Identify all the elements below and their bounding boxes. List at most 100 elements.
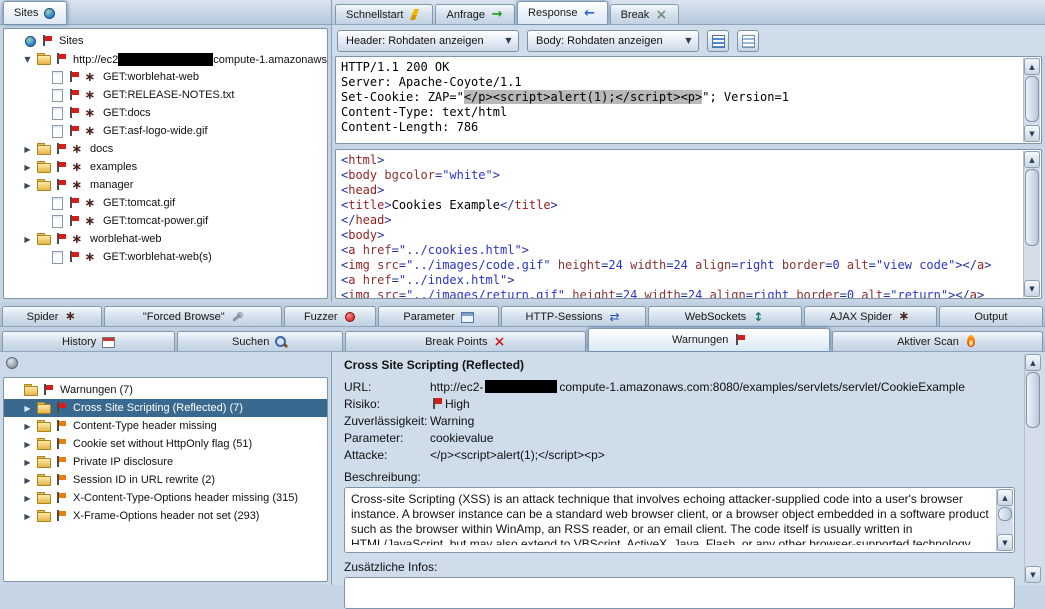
scrollbar-vertical[interactable]: ▲ ▼	[1023, 151, 1040, 297]
expander-closed-icon[interactable]: ▶	[21, 181, 34, 190]
scroll-up-button[interactable]: ▲	[997, 489, 1013, 506]
scroll-up-button[interactable]: ▲	[1024, 58, 1040, 75]
scroll-down-button[interactable]: ▼	[997, 534, 1013, 551]
tab-response[interactable]: Response	[517, 1, 608, 24]
expander-closed-icon[interactable]: ▶	[21, 512, 34, 521]
scroll-thumb[interactable]	[1025, 76, 1039, 122]
site-row-get-tomcat-gif[interactable]: GET:tomcat.gif	[4, 194, 327, 212]
expander-closed-icon[interactable]: ▶	[21, 404, 34, 413]
scrollbar-vertical[interactable]: ▲ ▼	[1023, 58, 1040, 142]
tab-break-points[interactable]: Break Points	[345, 331, 586, 351]
tab-suchen[interactable]: Suchen	[177, 331, 343, 351]
scroll-down-button[interactable]: ▼	[1025, 566, 1041, 583]
scrollbar-vertical[interactable]: ▲ ▼	[996, 489, 1013, 551]
scroll-up-button[interactable]: ▲	[1025, 354, 1041, 371]
globe-icon	[43, 7, 56, 20]
site-row-docs[interactable]: ▶docs	[4, 140, 327, 158]
expander-closed-icon[interactable]: ▶	[21, 458, 34, 467]
scroll-down-button[interactable]: ▼	[1024, 280, 1040, 297]
alert-row-cross-site-scripting-reflected-7[interactable]: ▶Cross Site Scripting (Reflected) (7)	[4, 399, 327, 417]
expander-closed-icon[interactable]: ▶	[21, 422, 34, 431]
spider-icon	[83, 106, 97, 120]
scroll-track[interactable]	[1025, 76, 1039, 124]
folder-icon	[24, 383, 38, 397]
scroll-thumb[interactable]	[1025, 169, 1039, 246]
alerts-tree-panel: Warnungen (7)▶Cross Site Scripting (Refl…	[0, 352, 332, 585]
tab-anfrage[interactable]: Anfrage	[435, 4, 515, 24]
flag-red-icon	[54, 160, 67, 174]
tab-fuzzer[interactable]: Fuzzer	[284, 306, 376, 326]
expander-closed-icon[interactable]: ▶	[21, 476, 34, 485]
spider-icon	[63, 310, 77, 324]
sites-tree-panel[interactable]: Sites▼http://ec2compute-1.amazonawsGET:w…	[3, 28, 328, 299]
tab-warnungen[interactable]: Warnungen	[588, 328, 829, 351]
scope-globe-icon[interactable]	[5, 356, 19, 370]
response-body-pane[interactable]: <html><body bgcolor="white"><head><title…	[335, 149, 1042, 299]
alert-row-cookie-set-without-httponly-flag-51[interactable]: ▶Cookie set without HttpOnly flag (51)	[4, 435, 327, 453]
alert-fields: URL:http://ec2-compute-1.amazonaws.com:8…	[344, 378, 1015, 463]
scroll-track[interactable]	[998, 507, 1012, 533]
spider-icon	[70, 178, 84, 192]
redaction-bar	[118, 53, 213, 66]
alert-label: Content-Type header missing	[70, 420, 220, 432]
tab-output[interactable]: Output	[939, 306, 1043, 326]
flag-red-icon	[54, 52, 67, 66]
header-view-dropdown[interactable]: Header: Rohdaten anzeigen ▼	[337, 30, 519, 52]
tab-history[interactable]: History	[2, 331, 175, 351]
scroll-track[interactable]	[1026, 372, 1040, 565]
body-view-dropdown[interactable]: Body: Rohdaten anzeigen ▼	[527, 30, 699, 52]
tab-http-sessions[interactable]: HTTP-Sessions	[501, 306, 646, 326]
site-row-http-ec2-compute-1-amazonaws[interactable]: ▼http://ec2compute-1.amazonaws	[4, 50, 327, 68]
tab-sites[interactable]: Sites	[3, 1, 67, 24]
syntax-highlight-dim-icon	[741, 34, 755, 48]
expander-closed-icon[interactable]: ▶	[21, 235, 34, 244]
site-row-get-worblehat-web-s[interactable]: GET:worblehat-web(s)	[4, 248, 327, 266]
site-row-get-docs[interactable]: GET:docs	[4, 104, 327, 122]
site-row-examples[interactable]: ▶examples	[4, 158, 327, 176]
alert-row-x-content-type-options-header-missing-315[interactable]: ▶X-Content-Type-Options header missing (…	[4, 489, 327, 507]
field-value: Warning	[430, 414, 474, 428]
site-row-manager[interactable]: ▶manager	[4, 176, 327, 194]
site-row-get-tomcat-power-gif[interactable]: GET:tomcat-power.gif	[4, 212, 327, 230]
expander-closed-icon[interactable]: ▶	[21, 163, 34, 172]
site-row-get-asf-logo-wide-gif[interactable]: GET:asf-logo-wide.gif	[4, 122, 327, 140]
scroll-thumb[interactable]	[998, 507, 1012, 521]
tab-parameter[interactable]: Parameter	[378, 306, 499, 326]
expander-open-icon[interactable]: ▼	[21, 55, 34, 64]
description-label: Beschreibung:	[344, 470, 1015, 484]
alert-row-private-ip-disclosure[interactable]: ▶Private IP disclosure	[4, 453, 327, 471]
scroll-track[interactable]	[1025, 169, 1039, 279]
scroll-thumb[interactable]	[1026, 372, 1040, 428]
site-row-sites[interactable]: Sites	[4, 32, 327, 50]
expander-closed-icon[interactable]: ▶	[21, 494, 34, 503]
tab-ajax-spider[interactable]: AJAX Spider	[804, 306, 937, 326]
alert-row-session-id-in-url-rewrite-2[interactable]: ▶Session ID in URL rewrite (2)	[4, 471, 327, 489]
tab-break[interactable]: Break	[610, 4, 680, 24]
tab-schnellstart[interactable]: Schnellstart	[335, 4, 433, 24]
tab-websockets[interactable]: WebSockets	[648, 306, 802, 326]
tab-forced-browse[interactable]: "Forced Browse"	[104, 306, 282, 326]
site-row-get-worblehat-web[interactable]: GET:worblehat-web	[4, 68, 327, 86]
scrollbar-vertical[interactable]: ▲ ▼	[1024, 354, 1041, 583]
tab-spider[interactable]: Spider	[2, 306, 102, 326]
expander-closed-icon[interactable]: ▶	[21, 145, 34, 154]
syntax-highlight-alt-button[interactable]	[737, 30, 759, 52]
alert-description-box[interactable]: Cross-site Scripting (XSS) is an attack …	[344, 487, 1015, 553]
alert-row-x-frame-options-header-not-set-293[interactable]: ▶X-Frame-Options header not set (293)	[4, 507, 327, 525]
alert-row-content-type-header-missing[interactable]: ▶ Content-Type header missing	[4, 417, 327, 435]
spider-icon	[70, 160, 84, 174]
scroll-down-button[interactable]: ▼	[1024, 125, 1040, 142]
alert-field-url: URL:http://ec2-compute-1.amazonaws.com:8…	[344, 378, 1015, 395]
response-header-pane[interactable]: HTTP/1.1 200 OKServer: Apache-Coyote/1.1…	[335, 56, 1042, 144]
sessions-icon	[608, 310, 622, 324]
alert-row-warnungen-7[interactable]: Warnungen (7)	[4, 381, 327, 399]
syntax-highlight-button[interactable]	[707, 30, 729, 52]
site-row-worblehat-web[interactable]: ▶worblehat-web	[4, 230, 327, 248]
expander-closed-icon[interactable]: ▶	[21, 440, 34, 449]
tab-aktiver-scan[interactable]: Aktiver Scan	[832, 331, 1043, 351]
body-view-selected-value: Body: Rohdaten anzeigen	[536, 35, 679, 47]
alerts-tree-container[interactable]: Warnungen (7)▶Cross Site Scripting (Refl…	[3, 377, 328, 582]
scroll-up-button[interactable]: ▲	[1024, 151, 1040, 168]
site-row-get-release-notes-txt[interactable]: GET:RELEASE-NOTES.txt	[4, 86, 327, 104]
alert-other-info-box[interactable]	[344, 577, 1015, 609]
